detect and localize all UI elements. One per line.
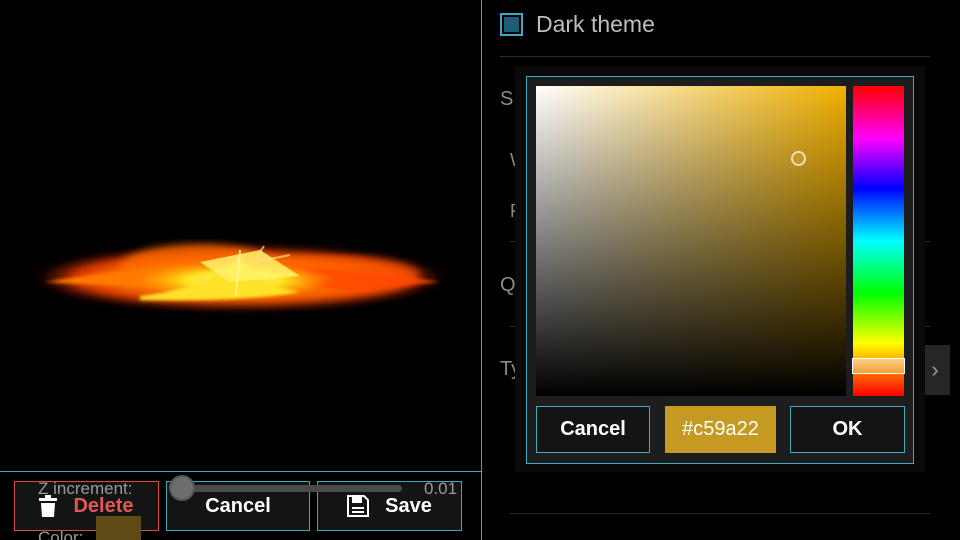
dark-theme-label: Dark theme <box>536 11 655 37</box>
effect-preview <box>0 0 481 471</box>
hue-slider-handle[interactable] <box>852 358 905 374</box>
saturation-value-square[interactable] <box>536 86 846 396</box>
picker-ok-button[interactable]: OK <box>790 406 905 453</box>
section-label-partial: S <box>500 88 514 110</box>
color-swatch[interactable] <box>96 516 141 540</box>
saturation-value-cursor[interactable] <box>791 151 806 166</box>
picker-ok-label: OK <box>832 418 863 440</box>
hue-slider[interactable] <box>853 86 904 396</box>
section-divider <box>500 56 930 57</box>
z-increment-value: 0.01 <box>424 479 458 498</box>
section-label-partial: Q <box>500 274 516 296</box>
z-increment-slider-knob[interactable] <box>168 475 195 501</box>
dark-theme-checkbox[interactable] <box>500 13 523 36</box>
color-label: Color: <box>38 528 84 540</box>
chevron-right-icon: › <box>931 357 939 382</box>
z-increment-slider[interactable] <box>170 485 402 492</box>
fire-explosion-preview <box>35 244 445 310</box>
z-increment-label: Z increment: <box>38 479 133 498</box>
hex-color-value: #c59a22 <box>682 418 759 440</box>
section-divider <box>510 513 930 514</box>
floppy-disk-icon <box>347 495 370 517</box>
cancel-label: Cancel <box>205 494 271 517</box>
picker-cancel-button[interactable]: Cancel <box>536 406 650 453</box>
hex-color-field[interactable]: #c59a22 <box>665 406 776 453</box>
picker-cancel-label: Cancel <box>560 418 626 440</box>
